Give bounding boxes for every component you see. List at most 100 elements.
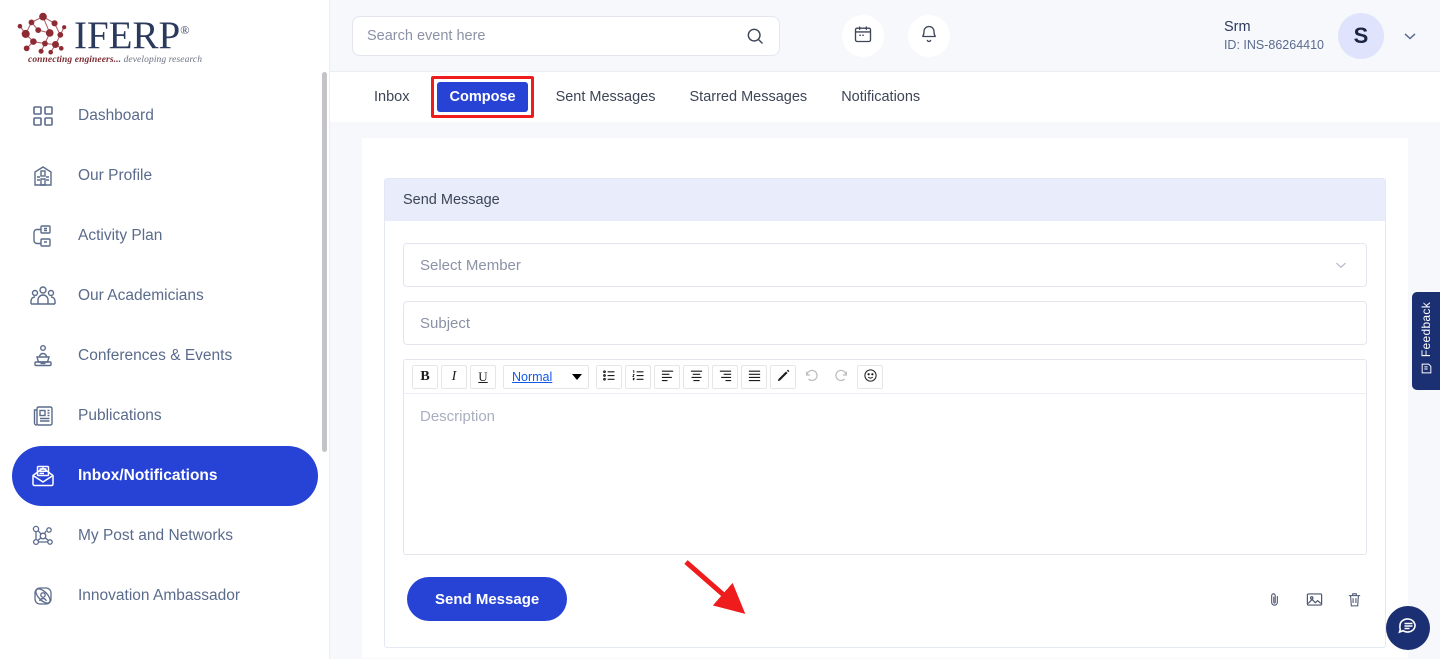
underline-button[interactable]: U xyxy=(470,365,496,389)
notifications-button[interactable] xyxy=(908,15,950,57)
compose-tab-highlight: Compose xyxy=(431,76,533,118)
sidebar-item-label: My Post and Networks xyxy=(78,527,233,545)
sidebar-item-label: Activity Plan xyxy=(78,227,162,245)
brand-logo[interactable]: IFERP® connecting engineers... developin… xyxy=(0,0,330,72)
bell-icon xyxy=(919,24,939,47)
brand-wordmark: IFERP® xyxy=(74,7,189,59)
sidebar-item-activity-plan[interactable]: Activity Plan xyxy=(12,206,318,266)
sidebar-item-conferences-events[interactable]: Conferences & Events xyxy=(12,326,318,386)
podium-icon xyxy=(26,339,60,373)
calendar-button[interactable] xyxy=(842,15,884,57)
compose-footer: Send Message xyxy=(403,555,1367,621)
content-wrapper: Send Message Select Member xyxy=(330,122,1440,658)
avatar[interactable]: S xyxy=(1338,13,1384,59)
envelope-icon xyxy=(26,459,60,493)
description-editor: B I U Normal xyxy=(403,359,1367,555)
footer-action-icons xyxy=(1266,590,1363,609)
subject-input[interactable] xyxy=(420,315,1350,332)
innovation-icon xyxy=(26,579,60,613)
bullet-list-icon xyxy=(602,368,617,386)
sidebar-item-my-post-and-networks[interactable]: My Post and Networks xyxy=(12,506,318,566)
sidebar-item-label: Publications xyxy=(78,407,162,425)
send-message-form: Select Member B xyxy=(385,221,1385,621)
sidebar-item-label: Innovation Ambassador xyxy=(78,587,240,605)
paperclip-icon[interactable] xyxy=(1266,591,1283,608)
building-icon xyxy=(26,159,60,193)
sidebar: IFERP® connecting engineers... developin… xyxy=(0,0,330,659)
pen-button[interactable] xyxy=(770,365,796,389)
description-input[interactable]: Description xyxy=(404,394,1366,554)
chevron-down-icon[interactable] xyxy=(1400,26,1420,46)
network-icon xyxy=(26,519,60,553)
user-id: ID: INS-86264410 xyxy=(1224,37,1324,54)
align-right-button[interactable] xyxy=(712,365,738,389)
format-value: Normal xyxy=(512,370,552,384)
sidebar-item-dashboard[interactable]: Dashboard xyxy=(12,86,318,146)
align-justify-button[interactable] xyxy=(741,365,767,389)
bullet-list-button[interactable] xyxy=(596,365,622,389)
user-info: Srm ID: INS-86264410 xyxy=(1224,18,1324,54)
workflow-icon xyxy=(26,219,60,253)
feedback-icon xyxy=(1420,362,1433,380)
emoji-button[interactable] xyxy=(857,365,883,389)
sidebar-item-our-academicians[interactable]: Our Academicians xyxy=(12,266,318,326)
sidebar-item-innovation-ambassador[interactable]: Innovation Ambassador xyxy=(12,566,318,626)
sidebar-item-our-profile[interactable]: Our Profile xyxy=(12,146,318,206)
page-card: Send Message Select Member xyxy=(362,138,1408,658)
italic-button[interactable]: I xyxy=(441,365,467,389)
sidebar-item-inbox-notifications[interactable]: Inbox/Notifications xyxy=(12,446,318,506)
main-area: Srm ID: INS-86264410 S Inbox Compose Sen… xyxy=(330,0,1440,659)
app-root: IFERP® connecting engineers... developin… xyxy=(0,0,1440,659)
trash-icon[interactable] xyxy=(1346,591,1363,608)
editor-toolbar: B I U Normal xyxy=(404,360,1366,394)
search-bar[interactable] xyxy=(352,16,780,56)
redo-button[interactable] xyxy=(828,365,854,389)
align-right-icon xyxy=(718,368,733,386)
numbered-list-icon xyxy=(631,368,646,386)
numbered-list-button[interactable] xyxy=(625,365,651,389)
chat-button[interactable] xyxy=(1386,606,1430,650)
align-left-button[interactable] xyxy=(654,365,680,389)
sidebar-item-label: Dashboard xyxy=(78,107,154,125)
select-member-value: Select Member xyxy=(420,257,521,274)
user-menu[interactable]: Srm ID: INS-86264410 S xyxy=(1224,13,1420,59)
emoji-icon xyxy=(863,368,878,386)
image-icon[interactable] xyxy=(1305,590,1324,609)
search-icon[interactable] xyxy=(745,26,765,46)
format-dropdown[interactable]: Normal xyxy=(503,365,589,389)
sidebar-item-label: Inbox/Notifications xyxy=(78,467,218,485)
align-center-icon xyxy=(689,368,704,386)
tab-starred-messages[interactable]: Starred Messages xyxy=(678,82,820,112)
sidebar-scrollbar[interactable] xyxy=(322,72,327,452)
tab-compose[interactable]: Compose xyxy=(437,82,527,112)
tab-sent-messages[interactable]: Sent Messages xyxy=(544,82,668,112)
pen-icon xyxy=(776,368,791,386)
search-input[interactable] xyxy=(367,28,745,44)
subject-field[interactable] xyxy=(403,301,1367,345)
sidebar-item-label: Conferences & Events xyxy=(78,347,232,365)
tab-notifications[interactable]: Notifications xyxy=(829,82,932,112)
sidebar-item-label: Our Profile xyxy=(78,167,152,185)
align-justify-icon xyxy=(747,368,762,386)
redo-icon xyxy=(833,367,849,386)
feedback-tab[interactable]: Feedback xyxy=(1412,292,1440,390)
bold-button[interactable]: B xyxy=(412,365,438,389)
chevron-down-icon xyxy=(572,374,582,380)
people-icon xyxy=(26,279,60,313)
send-message-card-title: Send Message xyxy=(385,179,1385,221)
select-member-dropdown[interactable]: Select Member xyxy=(403,243,1367,287)
tab-inbox[interactable]: Inbox xyxy=(362,82,421,112)
iferp-molecule-icon xyxy=(14,7,72,57)
sidebar-nav: Dashboard Our Profile xyxy=(0,72,330,626)
user-name: Srm xyxy=(1224,18,1324,37)
chevron-down-icon xyxy=(1332,256,1350,274)
send-message-button[interactable]: Send Message xyxy=(407,577,567,621)
align-center-button[interactable] xyxy=(683,365,709,389)
top-header: Srm ID: INS-86264410 S xyxy=(330,0,1440,72)
undo-icon xyxy=(804,367,820,386)
align-left-icon xyxy=(660,368,675,386)
sidebar-item-publications[interactable]: Publications xyxy=(12,386,318,446)
sidebar-item-label: Our Academicians xyxy=(78,287,204,305)
chat-bubble-icon xyxy=(1396,614,1420,643)
undo-button[interactable] xyxy=(799,365,825,389)
